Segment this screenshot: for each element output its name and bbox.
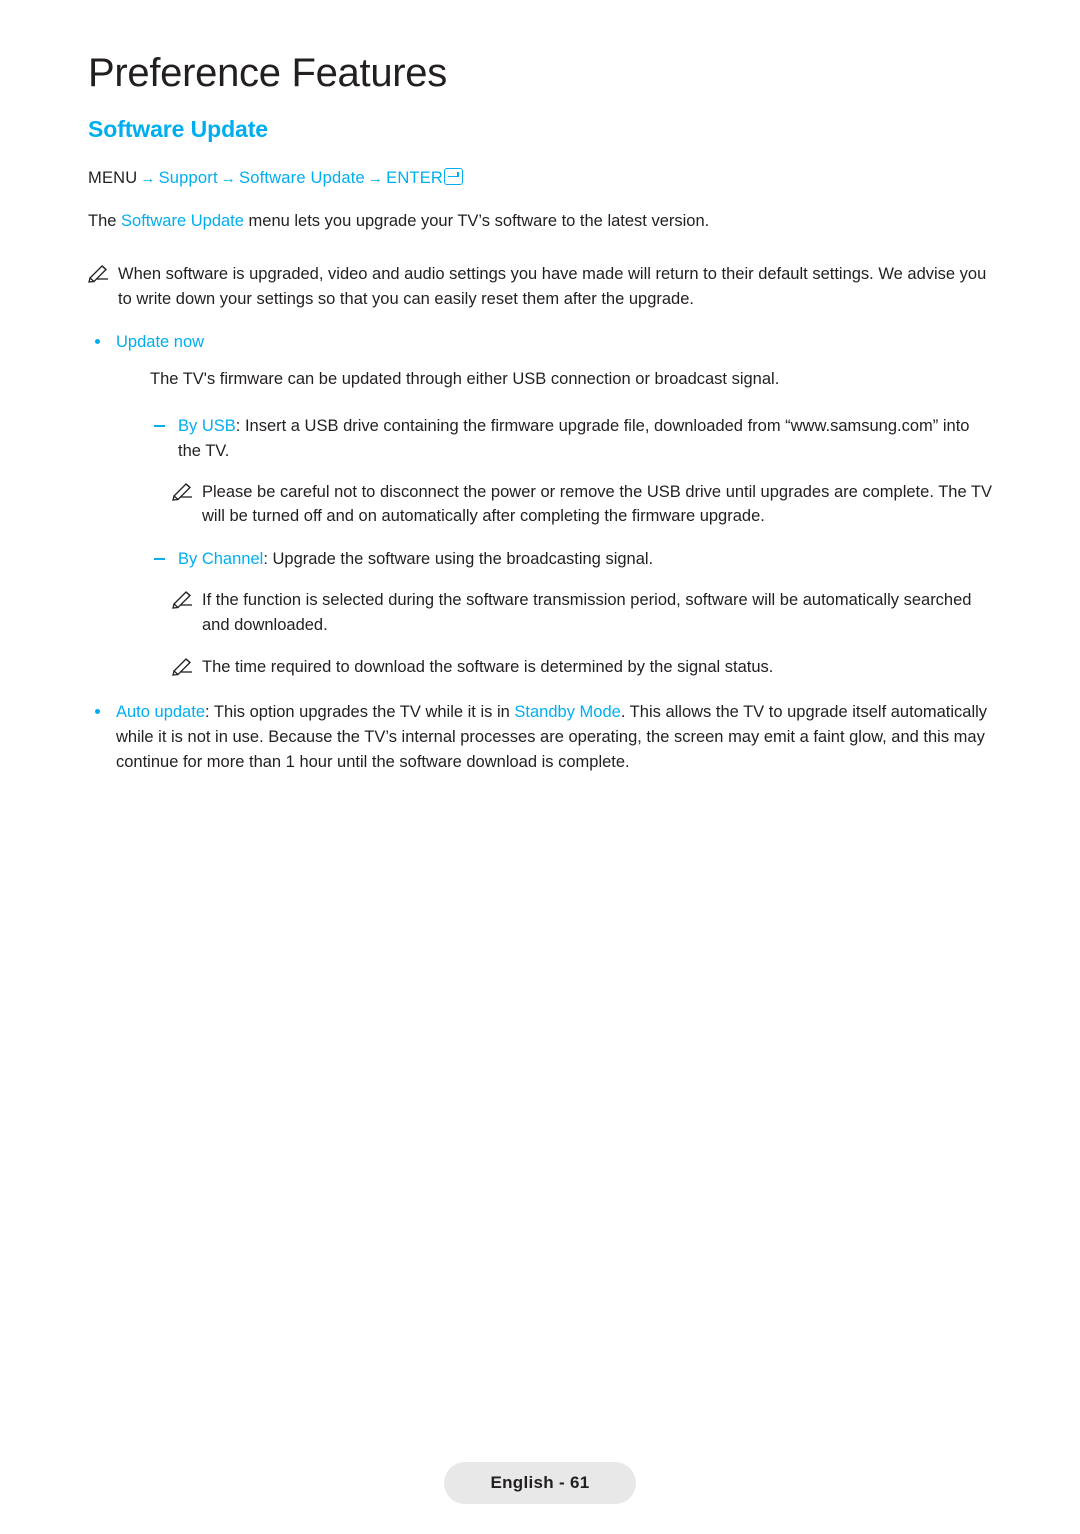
bullet-update-now: Update now (88, 330, 993, 355)
note-item: When software is upgraded, video and aud… (88, 262, 993, 312)
update-now-body: The TV's firmware can be updated through… (150, 368, 993, 680)
pencil-note-icon (172, 589, 194, 609)
menu-path-enter: ENTER (386, 169, 444, 187)
note-text: Please be careful not to disconnect the … (202, 482, 992, 526)
by-channel-text: : Upgrade the software using the broadca… (263, 550, 654, 569)
dash-icon (154, 558, 165, 560)
auto-update-label: Auto update (116, 703, 205, 722)
menu-path-support: Support (158, 169, 218, 187)
menu-path-software-update: Software Update (239, 169, 365, 187)
section-title: Software Update (88, 116, 268, 142)
note-item: Please be careful not to disconnect the … (172, 480, 993, 530)
auto-update-text1: : This option upgrades the TV while it i… (205, 703, 515, 722)
intro-paragraph: The Software Update menu lets you upgrad… (88, 210, 993, 234)
note-text: The time required to download the softwa… (202, 658, 774, 677)
arrow-icon-1: → (140, 170, 156, 187)
note-item: If the function is selected during the s… (172, 588, 993, 638)
intro-part2: menu lets you upgrade your TV’s software… (243, 212, 710, 231)
note-text: If the function is selected during the s… (202, 590, 972, 634)
by-usb-text: : Insert a USB drive containing the firm… (178, 417, 970, 460)
update-now-label: Update now (116, 332, 205, 351)
intro-part1: The (88, 212, 122, 231)
bullet-auto-update: Auto update: This option upgrades the TV… (88, 700, 993, 774)
pencil-note-icon (172, 656, 194, 677)
pencil-note-icon (172, 481, 194, 501)
enter-key-icon (444, 168, 464, 185)
note-text: When software is upgraded, video and aud… (118, 265, 987, 308)
bullet-dot-icon (95, 709, 100, 715)
by-usb-label: By USB (178, 417, 236, 436)
arrow-icon-2: → (220, 170, 236, 187)
intro-link: Software Update (121, 212, 244, 231)
document-page: Preference Features Software Update MENU… (0, 0, 1080, 1534)
dash-icon (154, 425, 165, 427)
menu-path-menu: MENU (88, 169, 138, 187)
arrow-icon-3: → (367, 170, 384, 187)
page-number-badge: English - 61 (444, 1462, 636, 1504)
pencil-note-icon (88, 263, 110, 283)
page-title: Preference Features (88, 51, 447, 95)
menu-path: MENU → Support → Software Update → ENTER (88, 167, 993, 190)
bullet-dot-icon (95, 338, 100, 344)
update-now-description: The TV's firmware can be updated through… (150, 370, 780, 389)
note-item: The time required to download the softwa… (172, 655, 993, 680)
page-content: Preference Features Software Update MENU… (88, 52, 993, 788)
dash-by-channel: By Channel: Upgrade the software using t… (150, 547, 993, 572)
by-channel-label: By Channel (178, 550, 264, 569)
standby-mode-label: Standby Mode (514, 703, 621, 722)
dash-by-usb: By USB: Insert a USB drive containing th… (150, 414, 993, 464)
page-footer: English - 61 (0, 1462, 1080, 1504)
